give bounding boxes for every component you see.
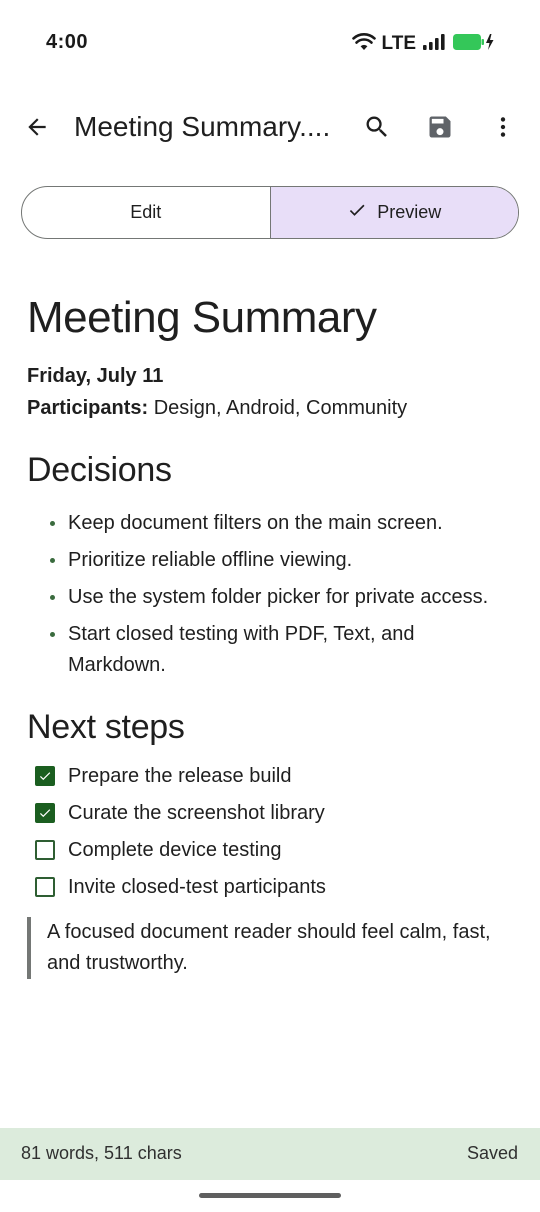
list-item: Start closed testing with PDF, Text, and… [27, 619, 517, 681]
participants-line: Participants: Design, Android, Community [27, 392, 517, 424]
document-title: Meeting Summary [27, 293, 377, 342]
list-item-text: Prioritize reliable offline viewing. [68, 549, 353, 571]
task-item: Complete device testing [27, 835, 517, 866]
gesture-handle[interactable] [199, 1193, 341, 1198]
word-count: 81 words, 511 chars [21, 1143, 182, 1163]
checkbox-checked-icon[interactable] [35, 766, 55, 786]
network-type: LTE [381, 33, 416, 54]
task-item: Curate the screenshot library [27, 798, 517, 829]
bullet-icon [50, 595, 55, 600]
status-time: 4:00 [46, 31, 89, 53]
view-mode-toggle: Edit Preview [21, 186, 519, 239]
task-item: Invite closed-test participants [27, 872, 517, 903]
tab-edit[interactable]: Edit [22, 187, 271, 238]
save-icon [426, 113, 454, 146]
app-bar: Meeting Summary.... [0, 100, 540, 158]
list-item: Keep document filters on the main screen… [27, 508, 517, 539]
task-label: Prepare the release build [68, 765, 292, 787]
task-list: Prepare the release build Curate the scr… [27, 761, 517, 903]
decisions-heading: Decisions [27, 451, 172, 489]
list-item-text: Use the system folder picker for private… [68, 586, 489, 608]
task-label: Invite closed-test participants [68, 876, 326, 898]
back-arrow-icon [24, 114, 50, 145]
decisions-list: Keep document filters on the main screen… [27, 508, 517, 681]
status-bar: 4:00 LTE [0, 0, 540, 88]
document-preview: Meeting Summary Friday, July 11 Particip… [27, 290, 517, 979]
list-item-text: Start closed testing with PDF, Text, and… [68, 623, 415, 676]
search-button[interactable] [354, 106, 400, 152]
search-icon [363, 113, 391, 146]
document-date: Friday, July 11 [27, 365, 164, 387]
bullet-icon [50, 558, 55, 563]
list-item: Use the system folder picker for private… [27, 582, 517, 613]
more-options-button[interactable] [480, 106, 526, 152]
task-label: Curate the screenshot library [68, 802, 325, 824]
signal-icon [422, 33, 446, 56]
next-steps-heading: Next steps [27, 708, 185, 746]
battery-charging-icon [452, 32, 496, 57]
back-button[interactable] [14, 106, 60, 152]
list-item: Prioritize reliable offline viewing. [27, 545, 517, 576]
bullet-icon [50, 632, 55, 637]
save-status: Saved [466, 1143, 518, 1163]
list-item-text: Keep document filters on the main screen… [68, 512, 443, 534]
participants-label: Participants: [27, 397, 149, 419]
wifi-icon [351, 32, 376, 57]
task-item: Prepare the release build [27, 761, 517, 792]
blockquote: A focused document reader should feel ca… [27, 917, 517, 979]
save-button[interactable] [417, 106, 463, 152]
tab-preview-label: Preview [377, 202, 442, 222]
check-icon [347, 200, 367, 225]
bullet-icon [50, 521, 55, 526]
tab-edit-label: Edit [130, 202, 162, 222]
status-footer: 81 words, 511 chars Saved [0, 1128, 540, 1180]
checkbox-unchecked-icon[interactable] [35, 877, 55, 897]
tab-preview[interactable]: Preview [270, 187, 518, 238]
checkbox-unchecked-icon[interactable] [35, 840, 55, 860]
checkbox-checked-icon[interactable] [35, 803, 55, 823]
app-bar-title: Meeting Summary.... [74, 111, 331, 142]
status-icons: LTE [351, 32, 496, 57]
task-label: Complete device testing [68, 839, 282, 861]
participants-value: Design, Android, Community [148, 397, 408, 419]
more-vert-icon [490, 114, 516, 145]
